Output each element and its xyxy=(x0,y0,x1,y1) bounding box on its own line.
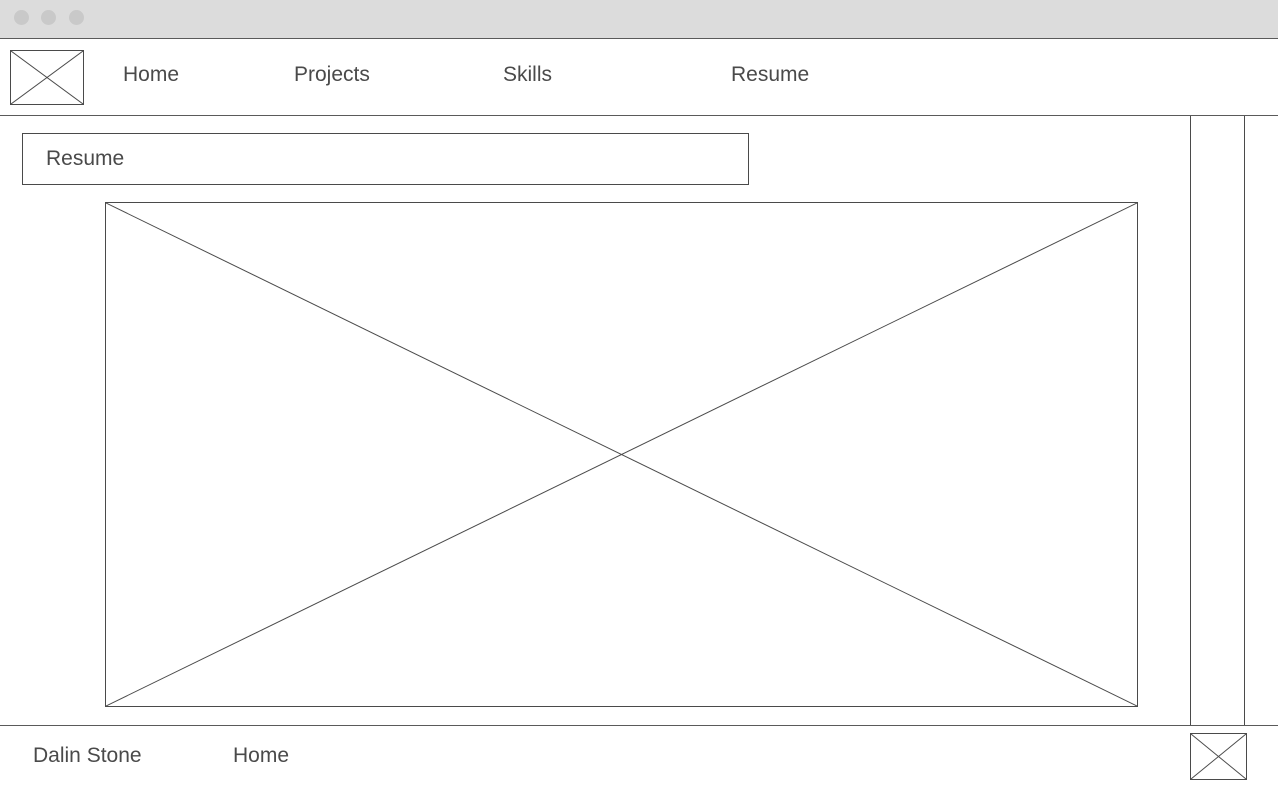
nav-projects-link[interactable]: Projects xyxy=(294,62,370,88)
site-footer: Dalin Stone Home xyxy=(0,725,1278,787)
footer-home-link[interactable]: Home xyxy=(233,743,289,769)
window-minimize-dot[interactable] xyxy=(41,10,56,25)
footer-name: Dalin Stone xyxy=(33,744,142,767)
nav-skills-link[interactable]: Skills xyxy=(503,62,552,88)
site-header: Home Projects Skills Resume xyxy=(0,39,1278,116)
logo-image-placeholder-icon[interactable] xyxy=(10,50,84,105)
page-title-box: Resume xyxy=(22,133,749,185)
window-maximize-dot[interactable] xyxy=(69,10,84,25)
vertical-scrollbar[interactable] xyxy=(1190,116,1245,726)
footer-image-placeholder-icon[interactable] xyxy=(1190,733,1247,780)
resume-image-placeholder-icon[interactable] xyxy=(105,202,1138,707)
page-title: Resume xyxy=(46,147,125,170)
page: Home Projects Skills Resume Resume Dalin… xyxy=(0,0,1278,787)
window-close-dot[interactable] xyxy=(14,10,29,25)
nav-home-link[interactable]: Home xyxy=(123,62,179,88)
nav-resume-link[interactable]: Resume xyxy=(731,62,809,88)
window-titlebar xyxy=(0,0,1278,39)
